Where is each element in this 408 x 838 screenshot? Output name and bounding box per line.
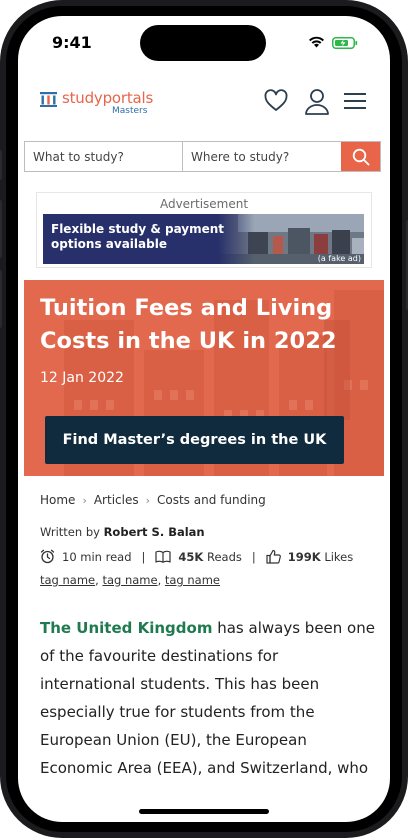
divider: | [141,549,146,564]
wifi-icon [309,36,324,48]
book-icon [155,550,172,563]
publish-date: 12 Jan 2022 [40,370,124,386]
find-masters-button[interactable]: Find Master’s degrees in the UK [45,416,344,464]
written-by-label: Written by [40,525,100,539]
likes-count: 199K [287,549,321,564]
phone-frame: 9:41 studyportals Masters What to study?… [0,0,408,838]
home-indicator [139,809,269,814]
byline: Written by Robert S. Balan [40,525,205,539]
status-time: 9:41 [52,33,92,52]
ad-tag: (a fake ad) [317,254,361,263]
tag-link[interactable]: tag name [102,573,157,587]
reads-count: 45K [178,549,204,564]
tag-link[interactable]: tag name [40,573,95,587]
read-time: 10 min read [62,549,132,564]
article-stats: 10 min read | 45K Reads | 199K Likes [40,549,353,564]
heart-icon[interactable] [263,88,289,114]
mute-switch [0,150,2,180]
chevron-right-icon: › [145,493,150,507]
page-title: Tuition Fees and Living Costs in the UK … [40,295,337,354]
search-bar [24,141,381,172]
breadcrumb-articles[interactable]: Articles [94,493,139,507]
ad-banner[interactable]: Flexible study & payment options availab… [43,214,364,264]
user-icon[interactable] [304,88,330,115]
battery-icon [332,37,358,49]
article-body: The United Kingdom has always been one o… [40,614,376,782]
portal-logo-icon [40,92,57,107]
divider: | [251,549,256,564]
studyportals-logo[interactable]: studyportals [40,90,153,107]
breadcrumb-costs-funding[interactable]: Costs and funding [157,493,266,507]
article-paragraph: has always been one of the favourite des… [40,619,375,777]
search-button[interactable] [341,142,380,171]
logo-text: studyportals [62,89,154,107]
reads-label: Reads [206,549,242,564]
ad-label: Advertisement [159,197,249,211]
volume-down-button [0,270,2,328]
tag-list: tag name, tag name, tag name [40,573,220,587]
thumbs-up-icon[interactable] [266,549,281,564]
author-name[interactable]: Robert S. Balan [104,525,205,539]
chevron-right-icon: › [82,493,87,507]
tag-link[interactable]: tag name [165,573,220,587]
hero-banner: Tuition Fees and Living Costs in the UK … [24,280,384,476]
dynamic-island [140,25,266,61]
search-icon [352,148,369,165]
ad-headline: Flexible study & payment options availab… [51,222,225,251]
breadcrumb: Home › Articles › Costs and funding [40,493,266,507]
country-link[interactable]: The United Kingdom [40,619,212,637]
menu-icon[interactable] [344,92,366,110]
screen: 9:41 studyportals Masters What to study?… [18,16,390,822]
volume-up-button [0,200,2,258]
likes-label: Likes [324,549,354,564]
logo-subtitle: Masters [112,106,148,116]
breadcrumb-home[interactable]: Home [40,493,75,507]
alarm-clock-icon [40,549,55,564]
what-to-study-input[interactable] [25,142,183,171]
where-to-study-input[interactable] [183,142,341,171]
